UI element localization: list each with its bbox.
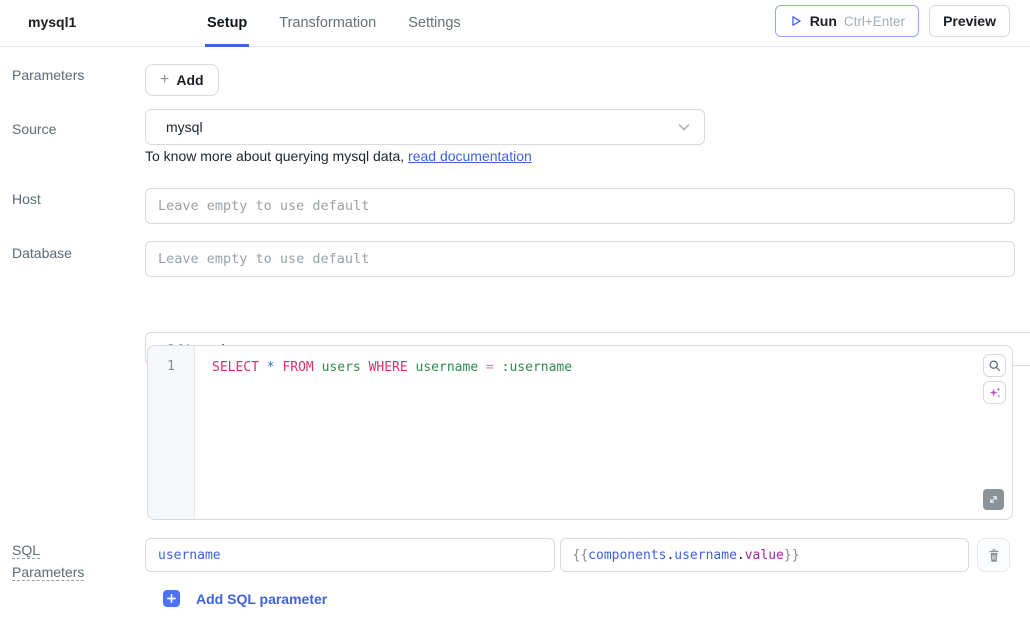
database-field-wrap — [145, 241, 1015, 277]
expand-editor-button[interactable] — [983, 489, 1004, 510]
sql-parameters-label: SQL Parameters — [12, 539, 96, 583]
sql-parameter-value-input[interactable]: {{components.username.value}} — [560, 538, 970, 572]
source-select[interactable]: mysql — [145, 109, 705, 145]
code-line[interactable]: SELECT * FROM users WHERE username = :us… — [195, 346, 1012, 519]
plus-icon — [163, 590, 180, 607]
tab-transformation[interactable]: Transformation — [277, 0, 378, 47]
add-parameter-button[interactable]: + Add — [145, 64, 219, 96]
sparkles-icon — [988, 386, 1002, 400]
header-actions: Run Ctrl+Enter Preview — [775, 5, 1010, 37]
add-sql-parameter-button[interactable]: Add SQL parameter — [163, 590, 327, 607]
host-label: Host — [12, 191, 41, 207]
query-editor-header: mysql1 Setup Transformation Settings Run… — [0, 0, 1030, 47]
read-documentation-link[interactable]: read documentation — [408, 148, 532, 164]
search-icon — [988, 359, 1001, 372]
host-field-wrap — [145, 188, 1015, 224]
editor-body: 1 SELECT * FROM users WHERE username = :… — [148, 346, 1012, 519]
query-setup-panel: Parameters Source Host Database SQL Para… — [0, 47, 1030, 621]
database-input[interactable] — [145, 241, 1015, 277]
sql-parameter-row: username {{components.username.value}} — [145, 538, 1010, 572]
source-value: mysql — [166, 119, 203, 135]
trash-icon — [987, 548, 1001, 563]
editor-toolbar — [983, 354, 1006, 404]
expand-icon — [988, 494, 999, 505]
tab-setup[interactable]: Setup — [205, 0, 249, 47]
delete-parameter-button[interactable] — [977, 538, 1010, 572]
chevron-down-icon — [676, 119, 692, 135]
add-sql-parameter-label: Add SQL parameter — [196, 591, 327, 607]
source-label: Source — [12, 121, 56, 137]
run-shortcut: Ctrl+Enter — [844, 14, 905, 29]
tab-settings[interactable]: Settings — [406, 0, 462, 47]
preview-button[interactable]: Preview — [929, 5, 1010, 37]
run-label: Run — [810, 13, 837, 29]
play-icon — [789, 14, 803, 28]
database-label: Database — [12, 245, 72, 261]
add-label: Add — [176, 72, 203, 88]
sql-parameter-key-input[interactable]: username — [145, 538, 555, 572]
line-number: 1 — [167, 359, 175, 374]
plus-icon: + — [160, 71, 169, 89]
search-button[interactable] — [983, 354, 1006, 377]
sql-code-editor[interactable]: 1 SELECT * FROM users WHERE username = :… — [147, 345, 1013, 520]
parameters-label: Parameters — [12, 67, 84, 83]
line-number-gutter: 1 — [148, 346, 195, 519]
ai-assist-button[interactable] — [983, 381, 1006, 404]
query-title[interactable]: mysql1 — [28, 14, 76, 30]
host-input[interactable] — [145, 188, 1015, 224]
source-help-text: To know more about querying mysql data, … — [145, 148, 532, 164]
run-button[interactable]: Run Ctrl+Enter — [775, 5, 919, 37]
tab-bar: Setup Transformation Settings — [205, 0, 463, 47]
help-prefix: To know more about querying mysql data, — [145, 148, 408, 164]
